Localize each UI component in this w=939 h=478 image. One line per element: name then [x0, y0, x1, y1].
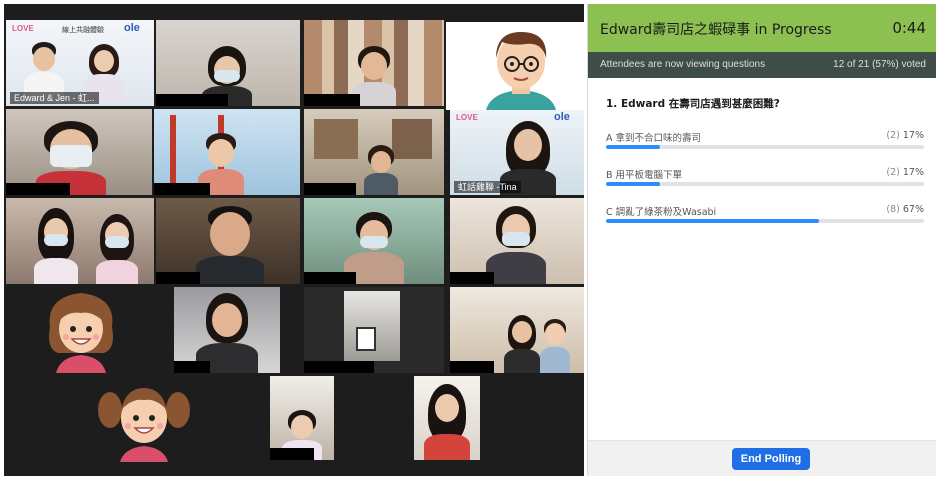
ole-logo: ole — [554, 111, 570, 123]
banner-text: 線上共融體驗 — [62, 27, 104, 34]
poll-title: Edward壽司店之蝦碌事 in Progress — [600, 22, 832, 38]
ole-logo: ole — [124, 22, 140, 34]
video-tile-5[interactable] — [154, 109, 300, 195]
poll-status-text: Attendees are now viewing questions — [600, 59, 766, 70]
video-tile-11[interactable] — [174, 287, 280, 373]
video-tile-4[interactable] — [6, 109, 152, 195]
poll-status-bar: Attendees are now viewing questions 12 o… — [588, 52, 936, 78]
cartoon-boy-avatar — [446, 22, 584, 110]
participant — [364, 145, 398, 195]
answer-count: (8) — [886, 204, 900, 215]
video-tile-7[interactable] — [6, 198, 154, 284]
poll-footer: End Polling — [588, 440, 936, 476]
answer-label: B 用平板電腦下單 — [606, 170, 683, 181]
video-tile-2[interactable] — [156, 20, 300, 106]
poll-timer: 0:44 — [892, 19, 926, 37]
poll-answer-b: B 用平板電腦下單 (2) 17% — [606, 167, 924, 193]
answer-bar-track — [606, 182, 924, 186]
video-tile-3[interactable] — [304, 20, 444, 106]
video-gallery: LOVE 線上共融體驗 ole Edward & Jen - 虹... LOVE… — [4, 4, 584, 476]
tile-name-label: 虹話雞聯 -Tina — [454, 181, 521, 193]
poll-header: Edward壽司店之蝦碌事 in Progress 0:44 — [588, 4, 936, 52]
participant-man — [196, 206, 264, 284]
answer-percent: 17% — [902, 167, 924, 178]
video-tile-9[interactable] — [304, 198, 444, 284]
cartoon-girl-avatar-2 — [56, 376, 232, 462]
video-tile-15[interactable] — [414, 376, 480, 460]
video-tile-8[interactable] — [156, 198, 300, 284]
answer-count: (2) — [886, 130, 900, 141]
poll-answer-c: C 調亂了綠茶粉及Wasabi (8) 67% — [606, 204, 924, 230]
participant-girl — [96, 214, 138, 284]
poll-question: 1. Edward 在壽司店遇到甚麼困難? — [606, 98, 780, 110]
answer-bar-track — [606, 145, 924, 149]
video-tile-12[interactable] — [304, 287, 444, 373]
video-tile-14[interactable] — [270, 376, 334, 460]
answer-result: (8) 67% — [886, 204, 924, 215]
participant — [486, 206, 546, 284]
participant-woman — [424, 384, 470, 460]
video-tile-13[interactable] — [450, 287, 584, 373]
cartoon-girl-avatar-1 — [6, 287, 156, 373]
answer-percent: 67% — [902, 204, 924, 215]
answer-bar-fill — [606, 182, 661, 186]
answer-label: A 拿到不合口味的壽司 — [606, 133, 702, 144]
answer-result: (2) 17% — [886, 130, 924, 141]
love-logo: LOVE — [12, 24, 34, 33]
girl-pigtails-avatar-icon — [56, 376, 232, 462]
poll-answer-a: A 拿到不合口味的壽司 (2) 17% — [606, 130, 924, 156]
answer-result: (2) 17% — [886, 167, 924, 178]
answer-bar-track — [606, 219, 924, 223]
video-tile-edward-jen[interactable]: LOVE 線上共融體驗 ole Edward & Jen - 虹... — [6, 20, 154, 106]
answer-percent: 17% — [902, 130, 924, 141]
participant-woman — [34, 208, 78, 284]
participant-woman — [504, 315, 540, 373]
answer-bar-fill — [606, 145, 661, 149]
girl-avatar-icon — [6, 287, 156, 373]
video-tile-tina[interactable]: LOVE ole 虹話雞聯 -Tina — [450, 109, 584, 195]
end-polling-button[interactable]: End Polling — [732, 448, 810, 470]
vote-count: 12 of 21 (57%) voted — [833, 59, 926, 70]
video-tile-10[interactable] — [450, 198, 584, 284]
boy-avatar-icon — [446, 22, 584, 110]
video-tile-6[interactable] — [304, 109, 444, 195]
love-logo: LOVE — [456, 113, 478, 122]
polling-panel: Edward壽司店之蝦碌事 in Progress 0:44 Attendees… — [587, 4, 936, 476]
answer-bar-fill — [606, 219, 820, 223]
participant-child — [540, 319, 570, 373]
answer-label: C 調亂了綠茶粉及Wasabi — [606, 207, 717, 218]
tile-name-label: Edward & Jen - 虹... — [10, 92, 99, 104]
answer-count: (2) — [886, 167, 900, 178]
